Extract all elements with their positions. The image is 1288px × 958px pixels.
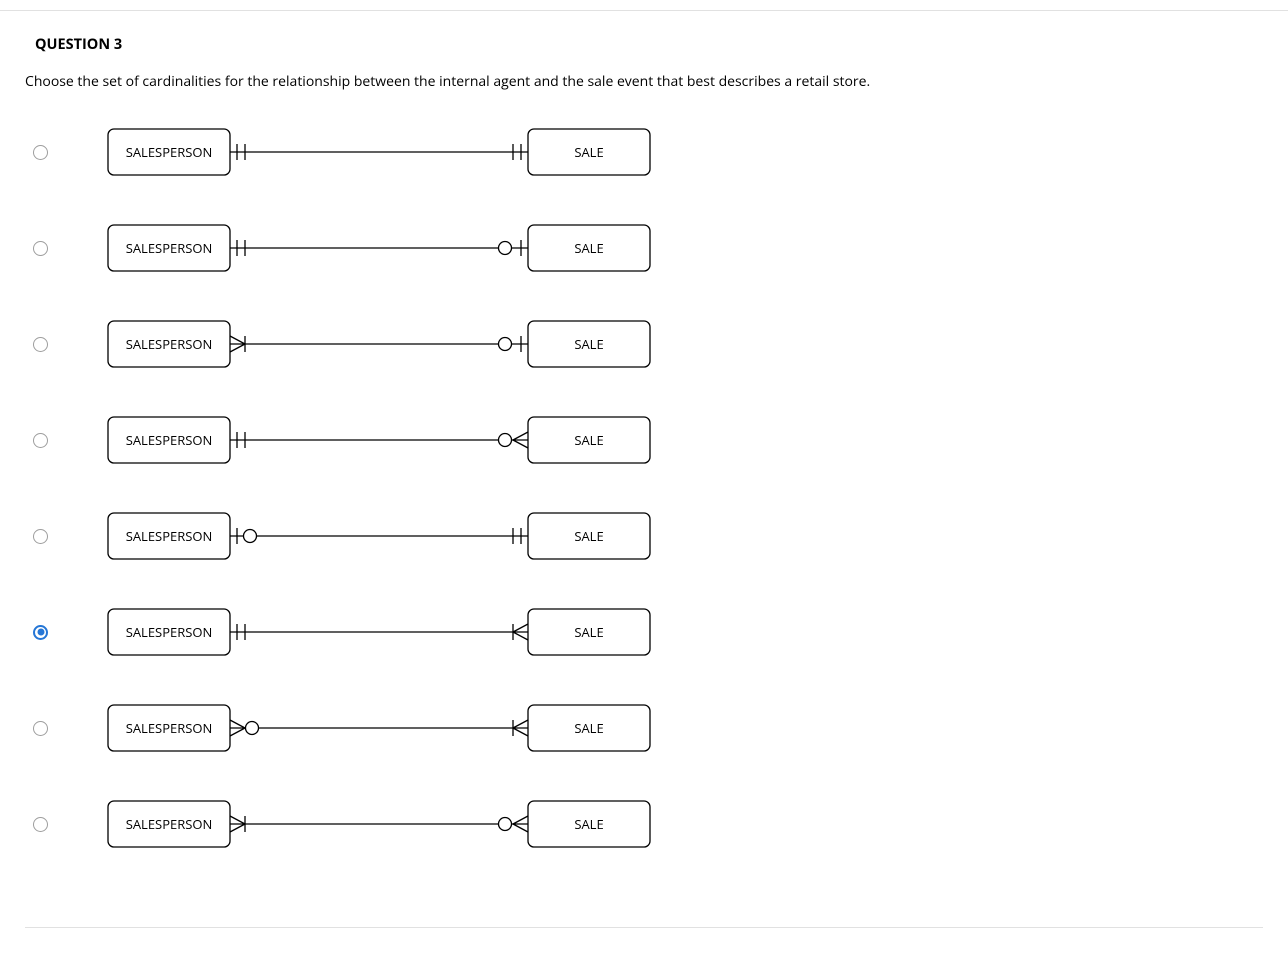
radio-cell: [33, 337, 93, 352]
entity-left-label: SALESPERSON: [126, 815, 213, 833]
option-row[interactable]: SALESPERSON SALE: [33, 599, 1263, 665]
cardinality-diagram: SALESPERSON SALE: [93, 127, 653, 177]
entity-right-label: SALE: [574, 431, 603, 449]
radio-button[interactable]: [33, 625, 48, 640]
entity-left-label: SALESPERSON: [126, 239, 213, 257]
entity-left-label: SALESPERSON: [126, 143, 213, 161]
question-title: QUESTION 3: [35, 35, 1263, 54]
cardinality-diagram: SALESPERSON SALE: [93, 703, 653, 753]
entity-left-label: SALESPERSON: [126, 719, 213, 737]
entity-right-label: SALE: [574, 815, 603, 833]
entity-left-label: SALESPERSON: [126, 527, 213, 545]
cardinality-diagram: SALESPERSON SALE: [93, 511, 653, 561]
entity-left-label: SALESPERSON: [126, 335, 213, 353]
option-row[interactable]: SALESPERSON SALE: [33, 119, 1263, 185]
radio-cell: [33, 625, 93, 640]
question-block: QUESTION 3 Choose the set of cardinaliti…: [0, 11, 1288, 907]
page: QUESTION 3 Choose the set of cardinaliti…: [0, 0, 1288, 958]
option-row[interactable]: SALESPERSON SALE: [33, 407, 1263, 473]
entity-right-label: SALE: [574, 143, 603, 161]
option-row[interactable]: SALESPERSON SALE: [33, 791, 1263, 857]
radio-cell: [33, 241, 93, 256]
entity-right-label: SALE: [574, 623, 603, 641]
entity-right-label: SALE: [574, 719, 603, 737]
cardinality-diagram: SALESPERSON SALE: [93, 319, 653, 369]
cardinality-diagram: SALESPERSON SALE: [93, 607, 653, 657]
question-prompt: Choose the set of cardinalities for the …: [25, 72, 1263, 91]
radio-button[interactable]: [33, 817, 48, 832]
bottom-divider: [25, 927, 1263, 928]
entity-left-label: SALESPERSON: [126, 623, 213, 641]
entity-left-label: SALESPERSON: [126, 431, 213, 449]
radio-cell: [33, 433, 93, 448]
radio-cell: [33, 145, 93, 160]
radio-cell: [33, 529, 93, 544]
entity-right-label: SALE: [574, 527, 603, 545]
radio-button[interactable]: [33, 337, 48, 352]
option-row[interactable]: SALESPERSON SALE: [33, 215, 1263, 281]
entity-right-label: SALE: [574, 335, 603, 353]
cardinality-diagram: SALESPERSON SALE: [93, 799, 653, 849]
entity-right-label: SALE: [574, 239, 603, 257]
radio-button[interactable]: [33, 721, 48, 736]
radio-button[interactable]: [33, 241, 48, 256]
option-row[interactable]: SALESPERSON SALE: [33, 311, 1263, 377]
radio-cell: [33, 817, 93, 832]
radio-button[interactable]: [33, 145, 48, 160]
cardinality-diagram: SALESPERSON SALE: [93, 415, 653, 465]
cardinality-diagram: SALESPERSON SALE: [93, 223, 653, 273]
top-divider: [0, 0, 1288, 11]
options-list: SALESPERSON SALE SALESPERSON SALE: [33, 119, 1263, 857]
option-row[interactable]: SALESPERSON SALE: [33, 503, 1263, 569]
radio-cell: [33, 721, 93, 736]
radio-button[interactable]: [33, 529, 48, 544]
option-row[interactable]: SALESPERSON SALE: [33, 695, 1263, 761]
radio-button[interactable]: [33, 433, 48, 448]
